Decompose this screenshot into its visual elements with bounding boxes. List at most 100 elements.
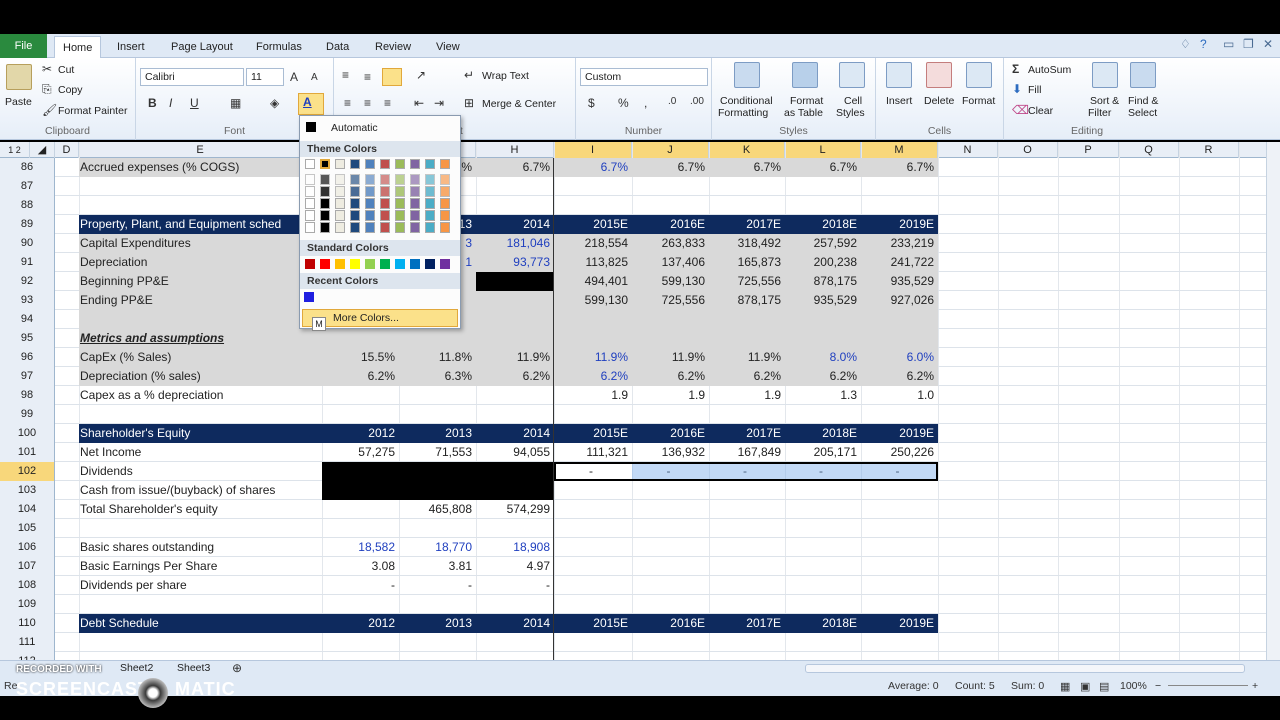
cell-g96[interactable]: 11.8% [399, 348, 476, 367]
paste-icon[interactable] [6, 64, 32, 90]
theme-color-swatch[interactable] [365, 210, 375, 221]
cell-h100[interactable]: 2014 [476, 424, 554, 443]
cell-m100[interactable]: 2019E [861, 424, 938, 443]
cell-i98[interactable]: 1.9 [554, 386, 632, 405]
cell-k92[interactable]: 725,556 [709, 272, 785, 291]
cell-f96[interactable]: 15.5% [322, 348, 399, 367]
cell-m96[interactable]: 6.0% [861, 348, 938, 367]
cell-k90[interactable]: 318,492 [709, 234, 785, 253]
row-header[interactable]: 96 [0, 348, 55, 367]
sort-filter-label1[interactable]: Sort & [1090, 95, 1119, 107]
row-label[interactable]: Dividends [79, 462, 322, 481]
row-label[interactable]: Net Income [79, 443, 322, 462]
theme-color-swatch[interactable] [365, 186, 375, 197]
cut-button[interactable]: Cut [58, 64, 74, 76]
insert-sheet-icon[interactable]: ⊕ [232, 661, 242, 675]
align-left-icon[interactable]: ≡ [344, 96, 351, 110]
cell-j98[interactable]: 1.9 [632, 386, 709, 405]
row-label[interactable]: Total Shareholder's equity [79, 500, 322, 519]
sheet-tab-sheet3[interactable]: Sheet3 [177, 662, 210, 674]
fill-button[interactable]: Fill [1028, 84, 1041, 96]
theme-color-swatch[interactable] [440, 222, 450, 233]
row-header[interactable]: 107 [0, 557, 55, 576]
row-header[interactable]: 109 [0, 595, 55, 614]
theme-color-swatch[interactable] [365, 198, 375, 209]
row-header[interactable]: 108 [0, 576, 55, 595]
cell-h104[interactable]: 574,299 [476, 500, 554, 519]
merge-center-button[interactable]: Merge & Center [482, 98, 556, 110]
theme-color-swatch[interactable] [440, 198, 450, 209]
tab-view[interactable]: View [428, 36, 468, 58]
cell-j86[interactable]: 6.7% [632, 158, 709, 177]
select-all[interactable]: ◢ [30, 142, 55, 158]
cell-i100[interactable]: 2015E [554, 424, 632, 443]
standard-color-swatch[interactable] [380, 259, 390, 269]
theme-color-swatch[interactable] [425, 222, 435, 233]
theme-color-swatch[interactable] [380, 159, 390, 169]
theme-color-swatch[interactable] [320, 186, 330, 197]
decrease-decimal-icon[interactable]: .00 [690, 96, 704, 107]
cell-g110[interactable]: 2013 [399, 614, 476, 633]
zoom-in-icon[interactable]: + [1252, 680, 1258, 692]
cell-k86[interactable]: 6.7% [709, 158, 785, 177]
tab-insert[interactable]: Insert [109, 36, 153, 58]
cell-f108[interactable]: - [322, 576, 399, 595]
wrap-text-button[interactable]: Wrap Text [482, 70, 529, 82]
cell-m110[interactable]: 2019E [861, 614, 938, 633]
format-cells-button[interactable]: Format [962, 95, 995, 107]
increase-indent-icon[interactable]: ⇥ [434, 96, 444, 110]
standard-color-swatch[interactable] [410, 259, 420, 269]
row-header[interactable]: 99 [0, 405, 55, 424]
theme-color-swatch[interactable] [365, 159, 375, 169]
conditional-formatting-label2[interactable]: Formatting [718, 107, 768, 119]
cell-j91[interactable]: 137,406 [632, 253, 709, 272]
cell-m93[interactable]: 927,026 [861, 291, 938, 310]
standard-color-swatch[interactable] [320, 259, 330, 269]
row-header[interactable]: 97 [0, 367, 55, 386]
cell-l100[interactable]: 2018E [785, 424, 861, 443]
column-header-j[interactable]: J [632, 142, 709, 158]
row-label[interactable]: Capital Expenditures [79, 234, 322, 253]
autosum-button[interactable]: AutoSum [1028, 64, 1071, 76]
cell-h89[interactable]: 2014 [476, 215, 554, 234]
row-label[interactable]: Ending PP&E [79, 291, 322, 310]
format-painter-button[interactable]: Format Painter [58, 105, 127, 117]
page-break-view-icon[interactable]: ▤ [1099, 680, 1109, 693]
cell-f100[interactable]: 2012 [322, 424, 399, 443]
row-label[interactable]: Capex as a % depreciation [79, 386, 322, 405]
cell-j90[interactable]: 263,833 [632, 234, 709, 253]
theme-color-swatch[interactable] [350, 159, 360, 169]
row-label[interactable]: Accrued expenses (% COGS) [79, 158, 322, 177]
cell-l110[interactable]: 2018E [785, 614, 861, 633]
recent-blue-swatch[interactable] [304, 292, 314, 302]
theme-color-swatch[interactable] [395, 174, 405, 185]
cell-l90[interactable]: 257,592 [785, 234, 861, 253]
cell-l86[interactable]: 6.7% [785, 158, 861, 177]
find-select-label1[interactable]: Find & [1128, 95, 1158, 107]
theme-color-swatch[interactable] [395, 186, 405, 197]
automatic-option[interactable]: Automatic [331, 122, 378, 134]
column-header-i[interactable]: I [554, 142, 632, 158]
row-header[interactable]: 105 [0, 519, 55, 538]
row-header[interactable]: 101 [0, 443, 55, 462]
cell-l97[interactable]: 6.2% [785, 367, 861, 386]
theme-color-swatch[interactable] [350, 186, 360, 197]
cell-j97[interactable]: 6.2% [632, 367, 709, 386]
cell-h91[interactable]: 93,773 [476, 253, 554, 272]
cell-styles-label2[interactable]: Styles [836, 107, 865, 119]
column-header-k[interactable]: K [709, 142, 785, 158]
row-label[interactable]: Dividends per share [79, 576, 322, 595]
cell-k98[interactable]: 1.9 [709, 386, 785, 405]
row-header[interactable]: 91 [0, 253, 55, 272]
grow-font-icon[interactable]: A [290, 70, 298, 84]
theme-color-swatch[interactable] [350, 174, 360, 185]
cell-i90[interactable]: 218,554 [554, 234, 632, 253]
cell-m91[interactable]: 241,722 [861, 253, 938, 272]
shrink-font-icon[interactable]: A [311, 72, 318, 83]
column-header-d[interactable]: D [55, 142, 79, 158]
theme-color-swatch[interactable] [410, 159, 420, 169]
outline-level-buttons[interactable]: 1 2 [0, 142, 30, 158]
theme-color-swatch[interactable] [335, 198, 345, 209]
theme-color-swatch[interactable] [425, 174, 435, 185]
align-center-icon[interactable]: ≡ [364, 96, 371, 110]
